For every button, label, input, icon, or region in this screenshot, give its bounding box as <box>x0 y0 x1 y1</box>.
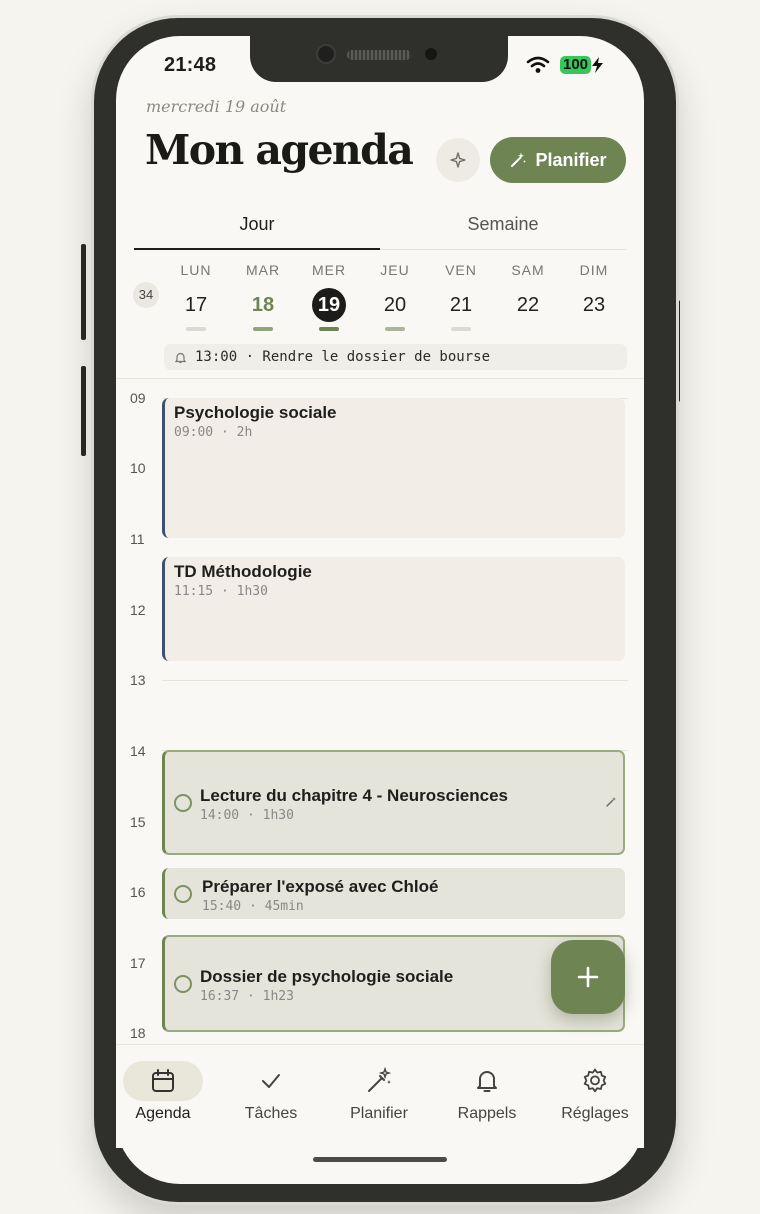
hour-label: 15 <box>130 814 146 830</box>
event-time: 09:00 · 2h <box>174 425 253 440</box>
current-date: mercredi 19 août <box>146 97 287 116</box>
nav-planifier[interactable]: Planifier <box>329 1061 429 1123</box>
bell-icon <box>477 1071 497 1092</box>
sparkle-button[interactable] <box>436 138 480 182</box>
nav-label: Réglages <box>561 1105 629 1122</box>
day-name: LUN <box>180 262 212 278</box>
volume-button <box>81 366 86 456</box>
day-lun[interactable]: LUN 17 <box>173 262 219 331</box>
calendar-icon <box>152 1069 174 1092</box>
day-sam[interactable]: SAM 22 <box>505 262 551 322</box>
day-load-bar <box>385 327 405 331</box>
task-checkbox[interactable] <box>174 794 192 812</box>
day-number: 20 <box>383 294 407 316</box>
nav-rappels[interactable]: Rappels <box>437 1061 537 1123</box>
event-title: TD Méthodologie <box>174 562 312 581</box>
day-number: 18 <box>251 294 275 316</box>
day-name: VEN <box>445 262 477 278</box>
day-number: 21 <box>449 294 473 316</box>
nav-label: Agenda <box>135 1105 191 1122</box>
earpiece-speaker <box>347 50 411 60</box>
plan-button-label: Planifier <box>535 149 607 170</box>
magic-wand-icon <box>511 152 527 167</box>
status-time: 21:48 <box>164 54 217 76</box>
home-indicator[interactable] <box>313 1157 447 1162</box>
task-checkbox[interactable] <box>174 885 192 903</box>
hour-label: 13 <box>130 672 146 688</box>
tab-jour[interactable]: Jour <box>134 204 380 250</box>
task-time: 15:40 · 45min <box>202 899 304 914</box>
event-time: 11:15 · 1h30 <box>174 584 268 599</box>
add-button[interactable] <box>551 940 625 1014</box>
task-title: Lecture du chapitre 4 - Neurosciences <box>200 786 508 805</box>
day-name: MAR <box>245 262 281 278</box>
day-mar[interactable]: MAR 18 <box>240 262 286 331</box>
hour-label: 14 <box>130 743 146 759</box>
event-td-methodologie[interactable]: TD Méthodologie 11:15 · 1h30 <box>162 557 625 661</box>
day-load-bar <box>253 327 273 331</box>
reminder-banner[interactable]: 13:00 · Rendre le dossier de bourse <box>164 344 627 370</box>
silent-switch <box>81 244 86 340</box>
proximity-sensor <box>425 48 437 60</box>
day-number: 23 <box>582 294 606 316</box>
nav-label: Planifier <box>350 1105 408 1122</box>
plan-button[interactable]: Planifier <box>490 137 626 183</box>
day-name: MER <box>311 262 347 278</box>
reminder-text: 13:00 · Rendre le dossier de bourse <box>195 349 491 365</box>
magic-wand-icon <box>368 1067 392 1092</box>
hour-label: 12 <box>130 602 146 618</box>
front-camera <box>316 44 336 64</box>
battery-level: 100 <box>560 56 592 74</box>
hour-label: 11 <box>130 531 145 547</box>
notch <box>250 36 508 82</box>
nav-agenda[interactable]: Agenda <box>113 1061 213 1123</box>
task-title: Préparer l'exposé avec Chloé <box>202 877 439 896</box>
gear-icon <box>583 1068 607 1093</box>
event-psychologie-sociale[interactable]: Psychologie sociale 09:00 · 2h <box>162 398 625 538</box>
nav-label: Rappels <box>457 1105 517 1122</box>
week-number-badge: 34 <box>133 282 159 308</box>
check-icon <box>262 1074 280 1088</box>
tab-semaine[interactable]: Semaine <box>380 204 626 249</box>
task-time: 14:00 · 1h30 <box>200 808 294 823</box>
nav-label: Tâches <box>244 1105 298 1122</box>
bell-icon <box>174 352 187 363</box>
day-number: 22 <box>516 294 540 316</box>
hour-label: 09 <box>130 390 146 406</box>
hour-label: 16 <box>130 884 146 900</box>
plus-icon <box>577 966 599 988</box>
bottom-nav: Agenda Tâches Planifier Rappels Réglages <box>116 1044 644 1148</box>
hour-label: 18 <box>130 1025 146 1041</box>
task-preparer-expose[interactable]: Préparer l'exposé avec Chloé 15:40 · 45m… <box>162 868 625 919</box>
hour-label: 17 <box>130 955 146 971</box>
charging-icon <box>592 57 603 73</box>
day-number: 19 <box>312 288 346 322</box>
day-load-bar <box>186 327 206 331</box>
day-name: SAM <box>511 262 545 278</box>
hour-label: 10 <box>130 460 146 476</box>
event-title: Psychologie sociale <box>174 403 337 422</box>
timeline-separator <box>116 378 644 379</box>
task-lecture-chapitre[interactable]: Lecture du chapitre 4 - Neurosciences 14… <box>162 750 625 855</box>
day-load-bar <box>451 327 471 331</box>
page-title: Mon agenda <box>145 126 414 174</box>
nav-reglages[interactable]: Réglages <box>545 1061 645 1123</box>
day-mer[interactable]: MER 19 <box>306 262 352 331</box>
day-number: 17 <box>184 294 208 316</box>
hour-gridline <box>162 680 628 681</box>
view-tabs: Jour Semaine <box>134 204 626 250</box>
day-load-bar <box>319 327 339 331</box>
day-jeu[interactable]: JEU 20 <box>372 262 418 331</box>
nav-taches[interactable]: Tâches <box>221 1061 321 1123</box>
day-name: DIM <box>579 262 609 278</box>
sparkle-icon <box>450 152 466 168</box>
day-ven[interactable]: VEN 21 <box>438 262 484 331</box>
wifi-icon <box>526 56 550 73</box>
day-dim[interactable]: DIM 23 <box>571 262 617 322</box>
magic-wand-icon <box>606 797 616 807</box>
day-name: JEU <box>380 262 410 278</box>
task-checkbox[interactable] <box>174 975 192 993</box>
